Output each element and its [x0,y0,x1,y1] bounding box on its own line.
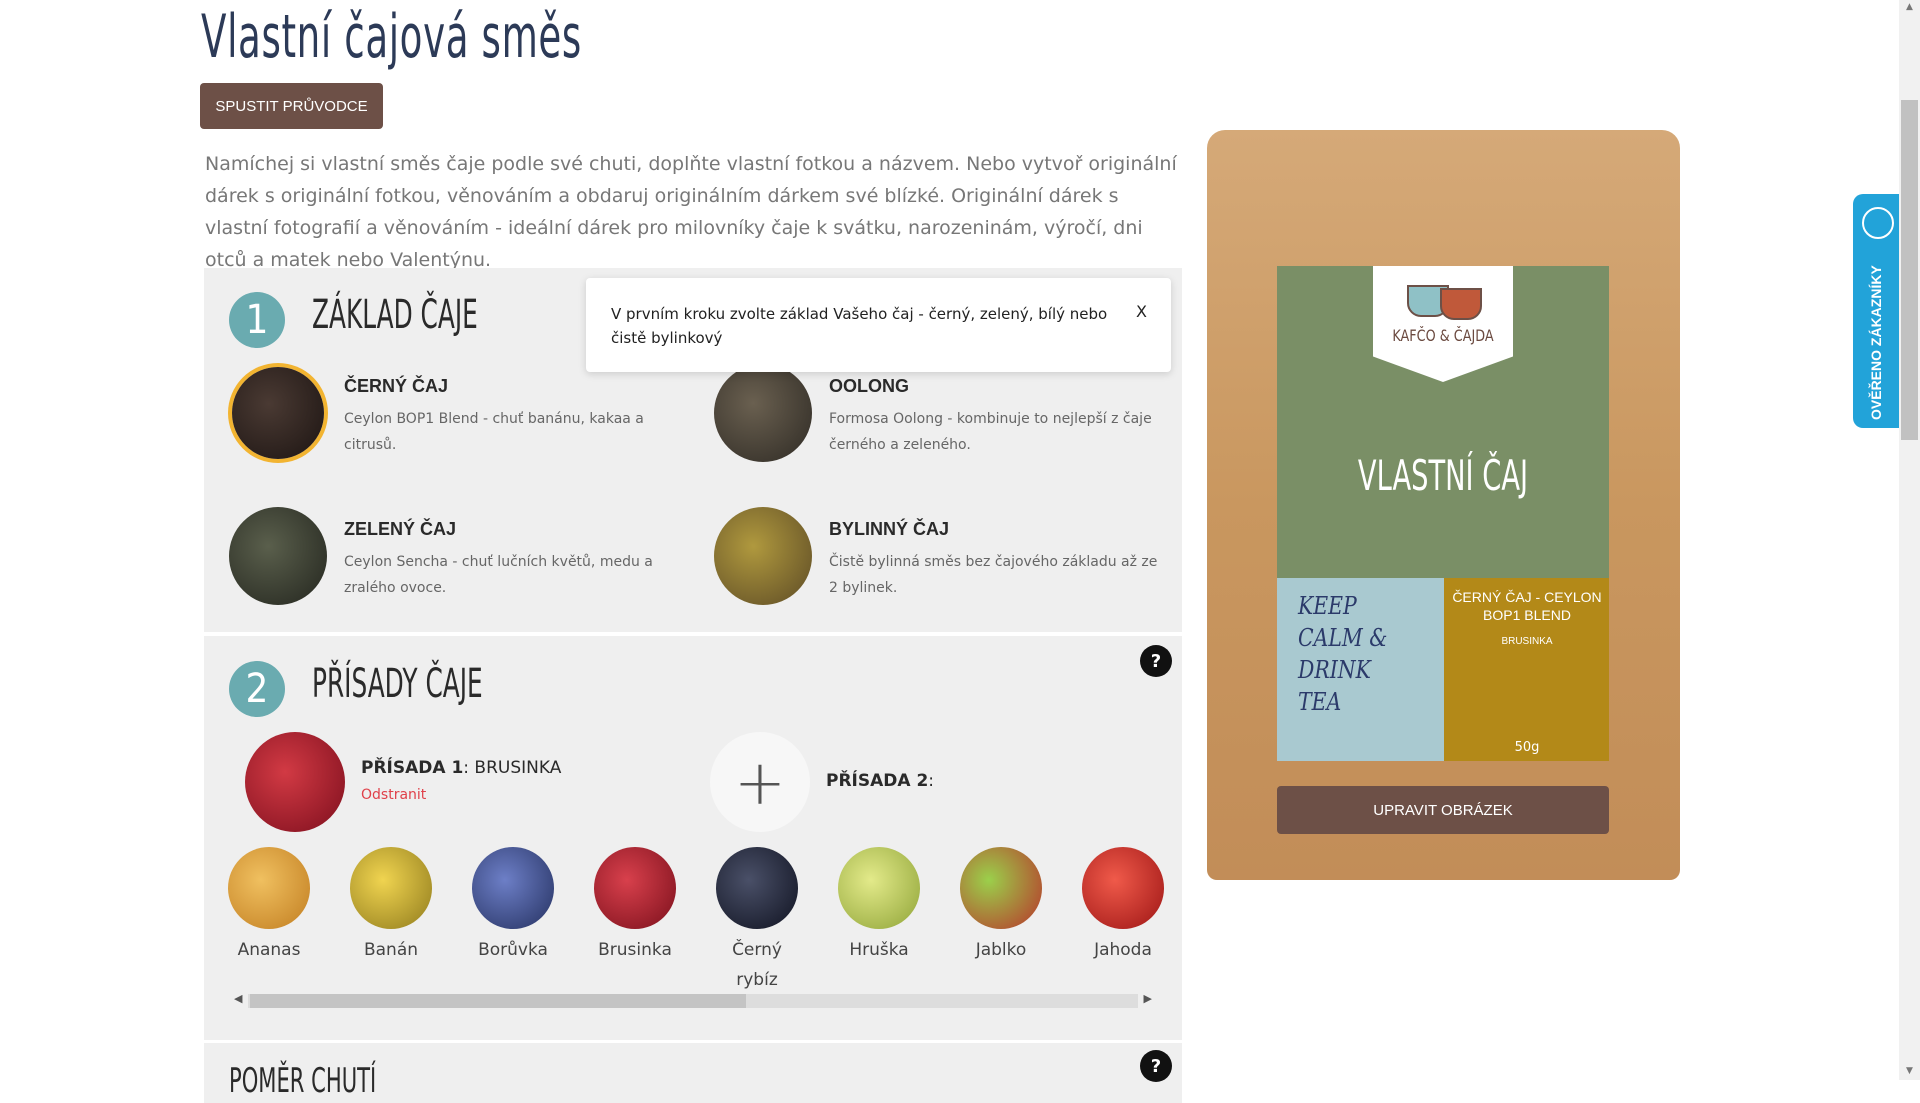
tooltip-close-button[interactable]: X [1136,302,1147,321]
slot-2-label-value: : [928,771,935,791]
tooltip-text: V prvním kroku zvolte základ Vašeho čaj … [611,305,1108,347]
ingredient-name: Borůvka [478,940,548,960]
ingredient-name: Černý rybíz [732,940,782,990]
slot-1-remove-link[interactable]: Odstranit [361,787,426,803]
ingredient-name: Jablko [975,940,1027,960]
base-option-desc: Ceylon BOP1 Blend - chuť banánu, kakaa a… [344,411,644,453]
slot-2-add-button[interactable]: + [710,732,810,832]
ingredients-scrollbar[interactable]: ◀ ▶ [230,992,1156,1010]
apple-image [960,847,1042,929]
scroll-right-arrow-icon[interactable]: ▶ [1144,992,1152,1005]
banana-image [350,847,432,929]
step-2-title: PŘÍSADY ČAJE [312,661,483,707]
base-option-name: BYLINNÝ ČAJ [829,519,950,539]
cranberry-image [594,847,676,929]
oolong-image [714,364,812,462]
keep-calm-slogan: KEEP CALM & DRINK TEA [1298,592,1388,716]
start-wizard-button[interactable]: SPUSTIT PRŮVODCE [200,83,383,129]
ingredient-name: Brusinka [598,940,672,960]
ingredient-pear[interactable]: Hruška [829,847,929,965]
step-tooltip: V prvním kroku zvolte základ Vašeho čaj … [586,278,1171,372]
verified-label: OVĚŘENO ZÁKAZNÍKY [1868,265,1884,420]
pear-image [838,847,920,929]
herbal-tea-image [714,507,812,605]
slot-1-label-bold: PŘÍSADA 1 [361,758,464,778]
base-option-name: ČERNÝ ČAJ [344,376,449,396]
pineapple-image [228,847,310,929]
ingredient-name: Jahoda [1094,940,1152,960]
base-option-name: OOLONG [829,376,909,396]
step-2-number: 2 [229,661,285,717]
slot-2-label: PŘÍSADA 2: [826,771,934,791]
base-option-black-tea[interactable]: ČERNÝ ČAJ Ceylon BOP1 Blend - chuť banán… [229,364,689,464]
ingredient-blueberry[interactable]: Borůvka [463,847,563,965]
scroll-up-arrow-icon[interactable]: ▲ [1903,2,1916,12]
page-title: Vlastní čajová směs [201,2,582,72]
step-1-title: ZÁKLAD ČAJE [312,292,478,338]
product-weight: 50g [1514,740,1540,755]
base-option-oolong[interactable]: OOLONG Formosa Oolong - kombinuje to nej… [714,364,1174,464]
brand-name: KAFČO & ČAJDA [1392,326,1494,345]
blueberry-image [472,847,554,929]
ingredient-pineapple[interactable]: Ananas [219,847,319,965]
verified-badge-icon [1862,207,1894,239]
step-3-title: POMĚR CHUTÍ [229,1061,377,1101]
coffee-cup-icon [1440,288,1482,320]
step-1-number: 1 [229,292,285,348]
base-option-desc: Čistě bylinná směs bez čajového základu … [829,554,1158,596]
scroll-down-arrow-icon[interactable]: ▼ [1903,1066,1916,1076]
ingredient-banana[interactable]: Banán [341,847,441,965]
green-tea-image [229,507,327,605]
slot-1-cranberry-image [245,732,345,832]
base-option-green-tea[interactable]: ZELENÝ ČAJ Ceylon Sencha - chuť lučních … [229,507,689,607]
scroll-left-arrow-icon[interactable]: ◀ [234,992,242,1005]
base-option-herbal-tea[interactable]: BYLINNÝ ČAJ Čistě bylinná směs bez čajov… [714,507,1174,607]
base-option-name: ZELENÝ ČAJ [344,519,457,539]
slot-1-label: PŘÍSADA 1: BRUSINKA [361,758,561,778]
pouch-title: VLASTNÍ ČAJ [1357,451,1529,500]
slot-2-label-bold: PŘÍSADA 2 [826,771,929,791]
ingredient-blackcurrant[interactable]: Černý rybíz [707,847,807,995]
blackcurrant-image [716,847,798,929]
scrollbar-thumb[interactable] [250,994,746,1008]
base-option-desc: Ceylon Sencha - chuť lučních květů, medu… [344,554,653,596]
ingredient-strawberry[interactable]: Jahoda [1073,847,1173,965]
product-ingredient: BRUSINKA [1501,636,1553,647]
ingredient-name: Banán [363,940,419,960]
ingredient-name: Hruška [849,940,909,960]
strawberry-image [1082,847,1164,929]
step-3-help-button[interactable]: ? [1140,1050,1172,1082]
intro-text: Namíchej si vlastní směs čaje podle své … [205,153,1177,271]
ingredient-name: Ananas [237,940,301,960]
page-scrollbar-thumb[interactable] [1901,100,1918,440]
base-option-desc: Formosa Oolong - kombinuje to nejlepší z… [829,411,1152,453]
step-2-help-button[interactable]: ? [1140,645,1172,677]
black-tea-image [232,367,324,459]
ingredient-apple[interactable]: Jablko [951,847,1051,965]
ingredient-cranberry[interactable]: Brusinka [585,847,685,965]
edit-image-button[interactable]: UPRAVIT OBRÁZEK [1277,786,1609,834]
slot-1-label-value: : BRUSINKA [463,758,562,778]
product-name: ČERNÝ ČAJ - CEYLON BOP1 BLEND [1452,589,1602,623]
